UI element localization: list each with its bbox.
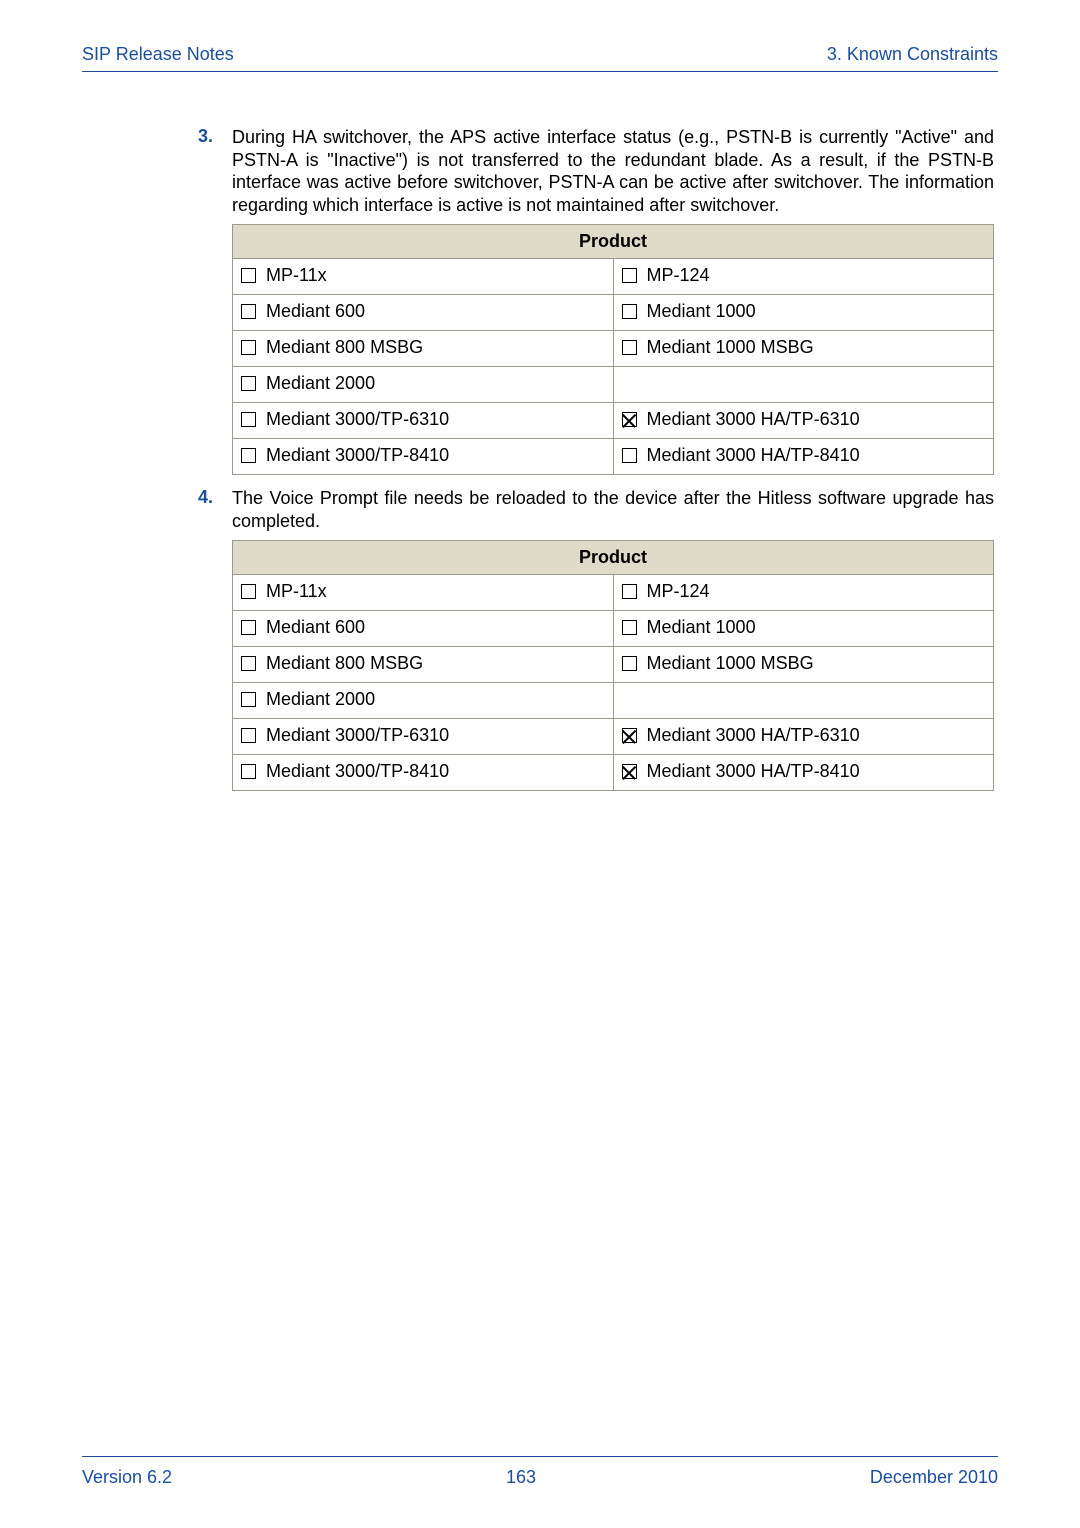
product-label: Mediant 1000 MSBG bbox=[647, 337, 814, 358]
product-label: Mediant 1000 MSBG bbox=[647, 653, 814, 674]
product-table: Product MP-11x MP-124 Mediant 600 Mediant 10… bbox=[232, 540, 994, 791]
list-number: 4. bbox=[198, 487, 232, 532]
list-text: During HA switchover, the APS active int… bbox=[232, 126, 994, 216]
checkbox-icon bbox=[241, 304, 256, 319]
table-cell: MP-11x bbox=[233, 259, 614, 295]
footer-page-number: 163 bbox=[506, 1467, 536, 1488]
checkbox-icon bbox=[241, 584, 256, 599]
table-cell: Mediant 3000 HA/TP-8410 bbox=[613, 439, 994, 475]
table-row: Mediant 3000/TP-8410 Mediant 3000 HA/TP-8… bbox=[233, 755, 994, 791]
checkbox-icon bbox=[241, 728, 256, 743]
table-cell: Mediant 1000 bbox=[613, 295, 994, 331]
checkbox-icon bbox=[622, 764, 637, 779]
checkbox-icon bbox=[241, 692, 256, 707]
page-footer: Version 6.2 163 December 2010 bbox=[82, 1456, 998, 1488]
table-cell: MP-11x bbox=[233, 575, 614, 611]
header-left: SIP Release Notes bbox=[82, 44, 234, 65]
table-cell: Mediant 800 MSBG bbox=[233, 331, 614, 367]
checkbox-icon bbox=[622, 448, 637, 463]
product-label: Mediant 1000 bbox=[647, 301, 756, 322]
footer-date: December 2010 bbox=[870, 1467, 998, 1488]
table-cell: Mediant 3000/TP-8410 bbox=[233, 439, 614, 475]
product-label: Mediant 3000 HA/TP-8410 bbox=[647, 445, 860, 466]
product-label: MP-124 bbox=[647, 265, 710, 286]
page-header: SIP Release Notes 3. Known Constraints bbox=[82, 44, 998, 72]
product-label: MP-11x bbox=[266, 581, 327, 602]
checkbox-icon bbox=[241, 340, 256, 355]
checkbox-icon bbox=[622, 412, 637, 427]
product-label: Mediant 3000 HA/TP-6310 bbox=[647, 725, 860, 746]
product-label: Mediant 3000/TP-8410 bbox=[266, 445, 449, 466]
list-number: 3. bbox=[198, 126, 232, 216]
table-cell: Mediant 1000 MSBG bbox=[613, 331, 994, 367]
header-right: 3. Known Constraints bbox=[827, 44, 998, 65]
table-row: Mediant 3000/TP-6310 Mediant 3000 HA/TP-6… bbox=[233, 719, 994, 755]
table-cell: Mediant 3000/TP-6310 bbox=[233, 403, 614, 439]
checkbox-icon bbox=[241, 412, 256, 427]
table-cell: Mediant 600 bbox=[233, 295, 614, 331]
table-header: Product bbox=[233, 541, 994, 575]
table-row: Mediant 2000 bbox=[233, 683, 994, 719]
table-cell: Mediant 3000 HA/TP-8410 bbox=[613, 755, 994, 791]
table-cell: Mediant 2000 bbox=[233, 683, 614, 719]
checkbox-icon bbox=[622, 728, 637, 743]
product-label: Mediant 3000/TP-6310 bbox=[266, 725, 449, 746]
product-label: Mediant 3000/TP-6310 bbox=[266, 409, 449, 430]
product-label: Mediant 800 MSBG bbox=[266, 337, 423, 358]
footer-version: Version 6.2 bbox=[82, 1467, 172, 1488]
checkbox-icon bbox=[241, 620, 256, 635]
table-row: Mediant 600 Mediant 1000 bbox=[233, 295, 994, 331]
table-row: Mediant 3000/TP-8410 Mediant 3000 HA/TP-8… bbox=[233, 439, 994, 475]
product-label: Mediant 800 MSBG bbox=[266, 653, 423, 674]
page-content: 3.During HA switchover, the APS active i… bbox=[82, 72, 998, 791]
list-text: The Voice Prompt file needs be reloaded … bbox=[232, 487, 994, 532]
table-row: MP-11x MP-124 bbox=[233, 575, 994, 611]
checkbox-icon bbox=[241, 656, 256, 671]
checkbox-icon bbox=[622, 268, 637, 283]
checkbox-icon bbox=[241, 376, 256, 391]
product-label: Mediant 3000 HA/TP-6310 bbox=[647, 409, 860, 430]
table-cell bbox=[613, 367, 994, 403]
product-label: Mediant 1000 bbox=[647, 617, 756, 638]
table-row: Mediant 800 MSBG Mediant 1000 MSBG bbox=[233, 331, 994, 367]
product-label: Mediant 2000 bbox=[266, 373, 375, 394]
checkbox-icon bbox=[622, 584, 637, 599]
table-cell: Mediant 3000 HA/TP-6310 bbox=[613, 719, 994, 755]
table-cell: Mediant 2000 bbox=[233, 367, 614, 403]
table-cell: Mediant 600 bbox=[233, 611, 614, 647]
table-header: Product bbox=[233, 225, 994, 259]
table-cell: Mediant 3000/TP-8410 bbox=[233, 755, 614, 791]
checkbox-icon bbox=[622, 656, 637, 671]
product-label: Mediant 600 bbox=[266, 301, 365, 322]
checkbox-icon bbox=[622, 304, 637, 319]
table-cell: Mediant 1000 bbox=[613, 611, 994, 647]
table-cell: Mediant 3000 HA/TP-6310 bbox=[613, 403, 994, 439]
checkbox-icon bbox=[622, 340, 637, 355]
table-cell bbox=[613, 683, 994, 719]
checkbox-icon bbox=[241, 764, 256, 779]
table-cell: Mediant 3000/TP-6310 bbox=[233, 719, 614, 755]
footer-divider bbox=[82, 1456, 998, 1457]
checkbox-icon bbox=[241, 268, 256, 283]
product-label: Mediant 3000/TP-8410 bbox=[266, 761, 449, 782]
product-label: Mediant 2000 bbox=[266, 689, 375, 710]
table-row: Mediant 800 MSBG Mediant 1000 MSBG bbox=[233, 647, 994, 683]
table-cell: Mediant 1000 MSBG bbox=[613, 647, 994, 683]
checkbox-icon bbox=[622, 620, 637, 635]
product-label: Mediant 600 bbox=[266, 617, 365, 638]
product-label: Mediant 3000 HA/TP-8410 bbox=[647, 761, 860, 782]
table-row: MP-11x MP-124 bbox=[233, 259, 994, 295]
product-label: MP-124 bbox=[647, 581, 710, 602]
product-label: MP-11x bbox=[266, 265, 327, 286]
table-cell: MP-124 bbox=[613, 575, 994, 611]
checkbox-icon bbox=[241, 448, 256, 463]
table-row: Mediant 600 Mediant 1000 bbox=[233, 611, 994, 647]
table-cell: Mediant 800 MSBG bbox=[233, 647, 614, 683]
table-cell: MP-124 bbox=[613, 259, 994, 295]
product-table: Product MP-11x MP-124 Mediant 600 Mediant 10… bbox=[232, 224, 994, 475]
table-row: Mediant 2000 bbox=[233, 367, 994, 403]
table-row: Mediant 3000/TP-6310 Mediant 3000 HA/TP-6… bbox=[233, 403, 994, 439]
